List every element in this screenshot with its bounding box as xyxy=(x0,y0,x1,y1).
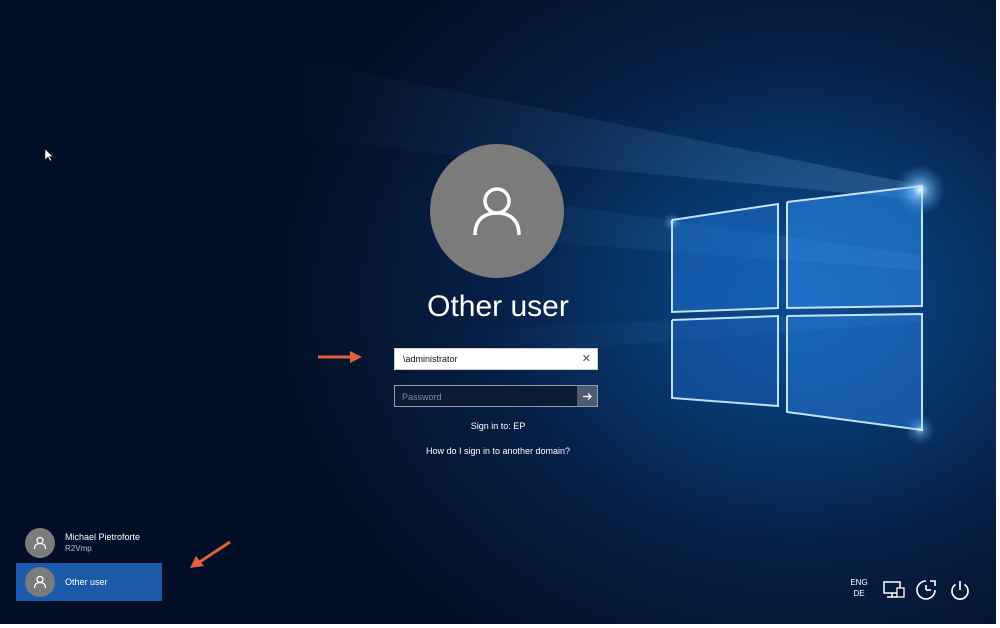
user-tile-other-user[interactable]: Other user xyxy=(16,563,162,601)
user-tile-michael-pietroforte[interactable]: Michael Pietroforte R2Vmp xyxy=(16,524,162,562)
lock-screen: Other user \administrator ✕ Sign in to: … xyxy=(0,0,996,624)
language-switcher[interactable]: ENG DE xyxy=(846,577,872,609)
user-icon xyxy=(33,536,47,550)
annotation-arrow-down-left xyxy=(190,540,231,568)
user-tile-avatar xyxy=(25,528,55,558)
arrow-right-icon xyxy=(582,392,592,400)
password-input[interactable] xyxy=(395,386,584,408)
user-icon xyxy=(33,575,47,589)
clear-icon[interactable]: ✕ xyxy=(582,352,591,365)
language-secondary: DE xyxy=(853,589,865,598)
power-icon xyxy=(951,581,969,600)
user-tile-name: Other user xyxy=(65,577,108,587)
submit-button[interactable] xyxy=(577,386,597,406)
sign-in-domain-label: Sign in to: EP xyxy=(470,421,526,431)
password-field-container xyxy=(394,385,598,408)
username-value: \administrator xyxy=(403,354,458,364)
mouse-cursor-icon xyxy=(44,148,54,162)
username-field[interactable]: \administrator ✕ xyxy=(394,348,598,370)
ease-of-access-button[interactable] xyxy=(912,574,940,606)
user-avatar xyxy=(430,144,564,278)
language-primary: ENG xyxy=(850,578,868,587)
ease-of-access-icon xyxy=(916,580,936,600)
user-tile-avatar xyxy=(25,567,55,597)
user-icon xyxy=(473,187,521,236)
network-icon xyxy=(883,581,905,598)
power-button[interactable] xyxy=(946,574,974,606)
network-button[interactable] xyxy=(880,574,908,606)
account-title: Other user xyxy=(427,290,569,323)
user-tile-name: Michael Pietroforte xyxy=(65,532,141,542)
domain-help-link[interactable]: How do I sign in to another domain? xyxy=(0,446,996,456)
user-tile-domain: R2Vmp xyxy=(65,544,92,553)
annotation-arrow-right xyxy=(318,351,362,363)
